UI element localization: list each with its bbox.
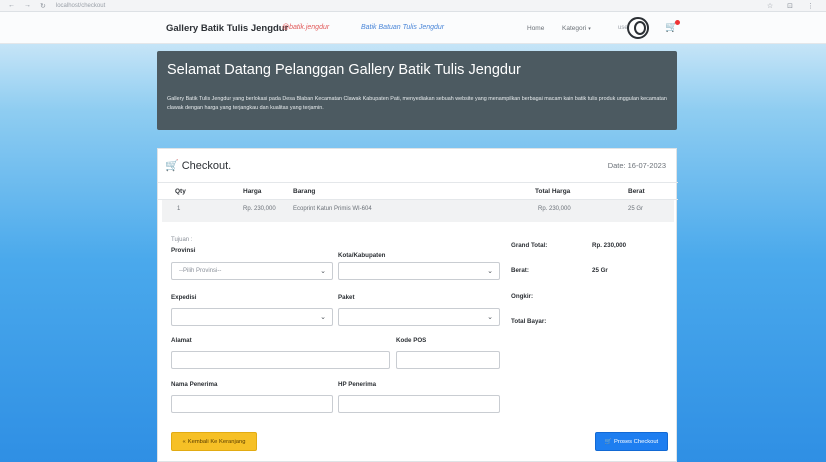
reload-icon[interactable]: ↻ bbox=[40, 2, 46, 10]
cell-qty: 1 bbox=[177, 206, 181, 212]
chevron-down-icon: ⌄ bbox=[320, 314, 326, 321]
col-barang: Barang bbox=[293, 188, 316, 195]
chevron-down-icon: ⌄ bbox=[320, 268, 326, 275]
checkout-card: 🛒 Checkout. Date: 16-07-2023 Qty Harga Ba… bbox=[157, 148, 678, 462]
bookmark-icon[interactable]: ☆ bbox=[767, 2, 773, 10]
instagram-link[interactable]: @batik.jengdur bbox=[282, 24, 329, 31]
alamat-label: Alamat bbox=[171, 337, 192, 344]
hp-penerima-input[interactable] bbox=[338, 395, 500, 413]
order-date: Date: 16-07-2023 bbox=[608, 161, 666, 170]
back-icon[interactable]: ← bbox=[8, 2, 15, 10]
cell-berat: 25 Gr bbox=[628, 206, 644, 212]
total-bayar-label: Total Bayar: bbox=[511, 318, 547, 325]
provinsi-selected: --Pilih Provinsi-- bbox=[179, 268, 222, 274]
table-row: 1 Rp. 230,000 Ecoprint Katun Primis WI-6… bbox=[162, 200, 674, 222]
ekspedisi-select[interactable]: ⌄ bbox=[171, 308, 333, 326]
ongkir-label: Ongkir: bbox=[511, 293, 534, 300]
table-header: Qty Harga Barang Total Harga Berat bbox=[158, 182, 678, 200]
user-avatar-icon[interactable] bbox=[627, 17, 649, 39]
nama-penerima-label: Nama Penerima bbox=[171, 381, 218, 388]
back-to-cart-label: Kembali Ke Keranjang bbox=[187, 438, 246, 445]
extension-icon[interactable]: ⊡ bbox=[787, 2, 793, 10]
back-to-cart-button[interactable]: « Kembali Ke Keranjang bbox=[171, 432, 257, 451]
chevron-down-icon: ⌄ bbox=[487, 314, 493, 321]
col-harga: Harga bbox=[243, 188, 262, 195]
process-checkout-label: Proses Checkout bbox=[614, 438, 659, 445]
kota-select[interactable]: ⌄ bbox=[338, 262, 500, 280]
cart-icon: 🛒 bbox=[165, 160, 179, 172]
facebook-link[interactable]: Batik Batuan Tulis Jengdur bbox=[361, 24, 444, 31]
berat-label: Berat: bbox=[511, 267, 529, 274]
nama-penerima-input[interactable] bbox=[171, 395, 333, 413]
welcome-banner: Selamat Datang Pelanggan Gallery Batik T… bbox=[157, 51, 677, 130]
col-qty: Qty bbox=[175, 188, 186, 195]
nav-kategori-dropdown[interactable]: Kategori ▾ bbox=[562, 25, 591, 32]
kodepos-input[interactable] bbox=[396, 351, 500, 369]
double-chevron-left-icon: « bbox=[182, 438, 186, 445]
menu-icon[interactable]: ⋮ bbox=[807, 2, 814, 10]
welcome-description: Gallery Batik Tulis Jengdur yang berloka… bbox=[167, 96, 667, 111]
kota-label: Kota/Kabupaten bbox=[338, 252, 386, 259]
address-bar[interactable]: localhost/checkout bbox=[56, 3, 105, 9]
paket-label: Paket bbox=[338, 294, 355, 301]
kodepos-label: Kode POS bbox=[396, 337, 427, 344]
nav-home[interactable]: Home bbox=[527, 25, 544, 32]
grand-total-label: Grand Total: bbox=[511, 242, 548, 249]
cart-icon[interactable]: 🛒 bbox=[665, 20, 681, 33]
site-navbar: Gallery Batik Tulis Jengdur @batik.jengd… bbox=[0, 12, 826, 44]
cart-icon: 🛒 bbox=[604, 438, 613, 445]
alamat-input[interactable] bbox=[171, 351, 390, 369]
cart-badge bbox=[675, 20, 681, 25]
provinsi-select[interactable]: --Pilih Provinsi-- ⌄ bbox=[171, 262, 333, 280]
chevron-down-icon: ▾ bbox=[588, 26, 591, 32]
process-checkout-button[interactable]: 🛒 Proses Checkout bbox=[595, 432, 668, 451]
date-value: 16-07-2023 bbox=[627, 161, 666, 170]
checkout-title-text: Checkout. bbox=[181, 159, 232, 172]
chevron-down-icon: ⌄ bbox=[487, 268, 493, 275]
cell-harga: Rp. 230,000 bbox=[243, 206, 276, 212]
berat-value: 25 Gr bbox=[592, 267, 608, 274]
browser-toolbar: ← → ↻ localhost/checkout ☆ ⊡ ⋮ bbox=[0, 0, 826, 12]
ekspedisi-label: Expedisi bbox=[171, 294, 197, 301]
paket-select[interactable]: ⌄ bbox=[338, 308, 500, 326]
forward-icon[interactable]: → bbox=[24, 2, 31, 10]
welcome-title: Selamat Datang Pelanggan Gallery Batik T… bbox=[167, 62, 521, 78]
cell-barang: Ecoprint Katun Primis WI-604 bbox=[293, 206, 372, 212]
grand-total-value: Rp. 230,000 bbox=[592, 242, 627, 249]
provinsi-label: Provinsi bbox=[171, 247, 196, 254]
cell-total-harga: Rp. 230,000 bbox=[538, 206, 571, 212]
date-label: Date: bbox=[607, 161, 626, 170]
hp-penerima-label: HP Penerima bbox=[338, 381, 377, 388]
col-total-harga: Total Harga bbox=[535, 188, 571, 195]
checkout-title: 🛒 Checkout. bbox=[165, 159, 232, 173]
col-berat: Berat bbox=[628, 188, 645, 195]
brand-name[interactable]: Gallery Batik Tulis Jengdur bbox=[166, 23, 288, 34]
tujuan-label: Tujuan : bbox=[171, 237, 193, 243]
nav-kategori-label: Kategori bbox=[562, 25, 587, 32]
